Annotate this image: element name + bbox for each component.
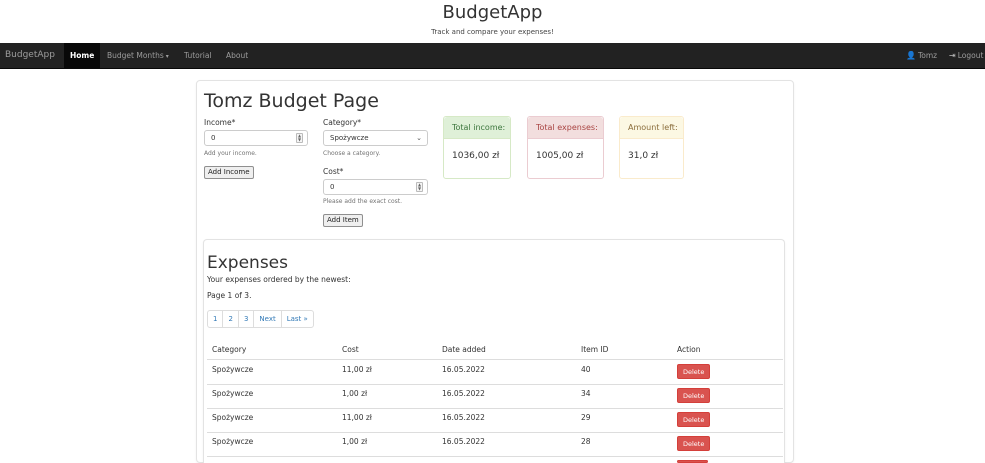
table-cell-category: Spożywcze (212, 389, 254, 398)
page-link-next[interactable]: Next (254, 311, 282, 327)
table-cell-category: Spożywcze (212, 365, 254, 374)
site-header: BudgetApp Track and compare your expense… (0, 0, 985, 43)
delete-button[interactable]: Delete (677, 436, 711, 451)
delete-button[interactable]: Delete (677, 388, 711, 403)
logout-icon: ⇥ (949, 51, 956, 60)
nav-logout[interactable]: ⇥ Logout (949, 43, 983, 69)
add-item-button[interactable]: Add Item (323, 214, 363, 227)
expenses-subtitle: Your expenses ordered by the newest: (207, 275, 351, 284)
nav-about[interactable]: About (220, 43, 254, 69)
spinner-icon[interactable]: ▲ ▼ (416, 182, 423, 192)
nav-home[interactable]: Home (64, 43, 101, 69)
nav-user-label: Tomz (917, 51, 938, 60)
category-label: Category* (323, 118, 362, 127)
column-header-category: Category (212, 345, 247, 354)
expenses-title: Expenses (207, 253, 288, 273)
navbar: BudgetApp Home Budget Months ▾ Tutorial A… (0, 43, 985, 69)
page-link-2[interactable]: 2 (223, 311, 239, 327)
caret-down-icon: ▾ (165, 53, 169, 60)
nav-logout-label: Logout (957, 51, 984, 60)
add-income-button[interactable]: Add Income (204, 166, 254, 179)
table-row-divider (207, 456, 783, 457)
page-link-1[interactable]: 1 (208, 311, 224, 327)
table-row-divider (207, 408, 783, 409)
cost-help: Please add the exact cost. (323, 198, 403, 205)
table-cell-item-id: 29 (581, 413, 591, 422)
site-title: BudgetApp (442, 2, 543, 23)
total-expenses-value: 1005,00 zł (536, 151, 584, 161)
total-income-value: 1036,00 zł (452, 151, 500, 161)
table-cell-cost: 1,00 zł (342, 389, 368, 398)
cost-input[interactable]: 0 ▲ ▼ (323, 179, 428, 195)
category-select-value: Spożywcze (330, 134, 369, 142)
table-cell-date: 16.05.2022 (442, 413, 485, 422)
table-cell-item-id: 34 (581, 389, 591, 398)
page-link-3[interactable]: 3 (239, 311, 255, 327)
total-income-card: Total income: 1036,00 zł (443, 116, 511, 179)
table-cell-item-id: 28 (581, 437, 591, 446)
total-expenses-label: Total expenses: (528, 117, 603, 139)
column-header-cost: Cost (342, 345, 359, 354)
column-header-item-id: Item ID (581, 345, 609, 354)
category-help: Choose a category. (323, 150, 381, 157)
chevron-down-icon: ⌄ (416, 134, 422, 142)
nav-tutorial-label: Tutorial (184, 51, 212, 60)
amount-left-label: Amount left: (620, 117, 683, 139)
income-input[interactable]: 0 ▲ ▼ (204, 130, 308, 146)
column-header-action: Action (677, 345, 701, 354)
spinner-icon[interactable]: ▲ ▼ (296, 133, 303, 143)
table-cell-date: 16.05.2022 (442, 365, 485, 374)
table-cell-cost: 1,00 zł (342, 437, 368, 446)
income-help: Add your income. (204, 150, 257, 157)
income-label: Income* (204, 118, 236, 127)
table-cell-cost: 11,00 zł (342, 365, 372, 374)
total-expenses-card: Total expenses: 1005,00 zł (527, 116, 604, 179)
table-row-divider (207, 432, 783, 433)
amount-left-card: Amount left: 31,0 zł (619, 116, 684, 179)
column-header-date: Date added (442, 345, 486, 354)
user-icon: 👤 (906, 51, 916, 60)
delete-button[interactable]: Delete (677, 364, 711, 379)
navbar-brand[interactable]: BudgetApp (5, 50, 55, 60)
income-input-value: 0 (211, 134, 216, 142)
cost-label: Cost* (323, 167, 344, 176)
pagination: 1 2 3 Next Last » (207, 310, 314, 328)
page-title: Tomz Budget Page (204, 90, 379, 112)
table-cell-date: 16.05.2022 (442, 389, 485, 398)
table-header-divider (207, 359, 783, 360)
table-cell-date: 16.05.2022 (442, 437, 485, 446)
nav-budget-months-label: Budget Months (107, 51, 164, 60)
total-income-label: Total income: (444, 117, 510, 139)
table-cell-item-id: 40 (581, 365, 591, 374)
nav-user[interactable]: 👤 Tomz (906, 43, 937, 69)
category-select[interactable]: Spożywcze ⌄ (323, 130, 428, 146)
nav-home-label: Home (70, 51, 95, 60)
page-info: Page 1 of 3. (207, 291, 252, 300)
table-cell-category: Spożywcze (212, 413, 254, 422)
site-tagline: Track and compare your expenses! (431, 28, 554, 36)
page-link-last[interactable]: Last » (282, 311, 313, 327)
nav-budget-months[interactable]: Budget Months ▾ (101, 43, 175, 69)
nav-tutorial[interactable]: Tutorial (178, 43, 218, 69)
amount-left-value: 31,0 zł (628, 151, 659, 161)
nav-about-label: About (226, 51, 249, 60)
table-row-divider (207, 384, 783, 385)
delete-button[interactable]: Delete (677, 412, 711, 427)
table-cell-cost: 11,00 zł (342, 413, 372, 422)
table-cell-category: Spożywcze (212, 437, 254, 446)
cost-input-value: 0 (330, 183, 335, 191)
